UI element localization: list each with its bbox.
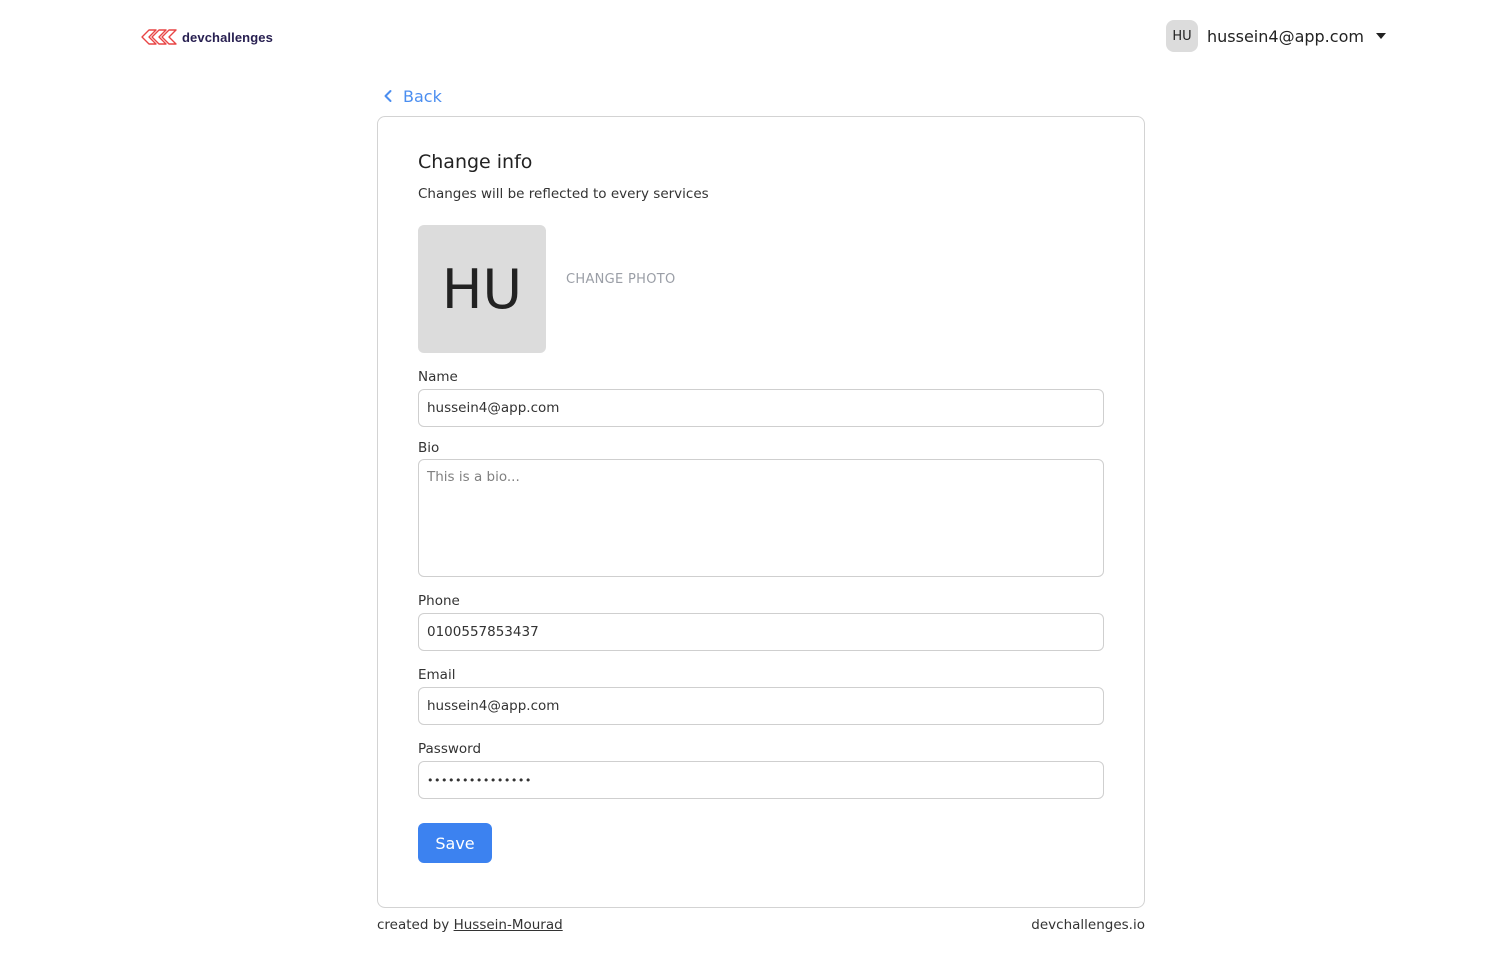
password-label: Password [418, 741, 482, 757]
page-subtitle: Changes will be reflected to every servi… [418, 186, 709, 202]
change-info-card: Change info Changes will be reflected to… [377, 116, 1145, 908]
save-button[interactable]: Save [418, 823, 492, 863]
footer-site: devchallenges.io [1031, 917, 1145, 933]
user-menu[interactable]: HU hussein4@app.com [1166, 20, 1386, 52]
footer-credit: created by Hussein-Mourad [377, 917, 563, 933]
name-label: Name [418, 369, 458, 385]
top-bar: devchallenges HU hussein4@app.com [0, 0, 1506, 72]
photo-row: HU CHANGE PHOTO [418, 225, 676, 353]
created-by-text: created by [377, 917, 450, 933]
devchallenges-logo-icon [141, 29, 177, 45]
phone-input[interactable] [418, 613, 1104, 651]
email-input[interactable] [418, 687, 1104, 725]
avatar[interactable]: HU [1166, 20, 1198, 52]
name-input[interactable] [418, 389, 1104, 427]
bio-label: Bio [418, 440, 440, 456]
chevron-left-icon [384, 90, 392, 102]
page-title: Change info [418, 151, 533, 173]
email-label: Email [418, 667, 456, 683]
phone-label: Phone [418, 593, 460, 609]
bio-textarea[interactable] [418, 459, 1104, 577]
author-link[interactable]: Hussein-Mourad [454, 917, 563, 933]
change-photo-button[interactable]: CHANGE PHOTO [566, 272, 676, 287]
profile-photo[interactable]: HU [418, 225, 546, 353]
logo-text: devchallenges [182, 29, 273, 45]
password-input[interactable] [418, 761, 1104, 799]
user-email[interactable]: hussein4@app.com [1207, 27, 1364, 46]
devchallenges-logo[interactable]: devchallenges [140, 25, 273, 49]
back-label: Back [403, 86, 442, 106]
back-link[interactable]: Back [383, 85, 442, 107]
caret-down-icon[interactable] [1375, 33, 1386, 39]
